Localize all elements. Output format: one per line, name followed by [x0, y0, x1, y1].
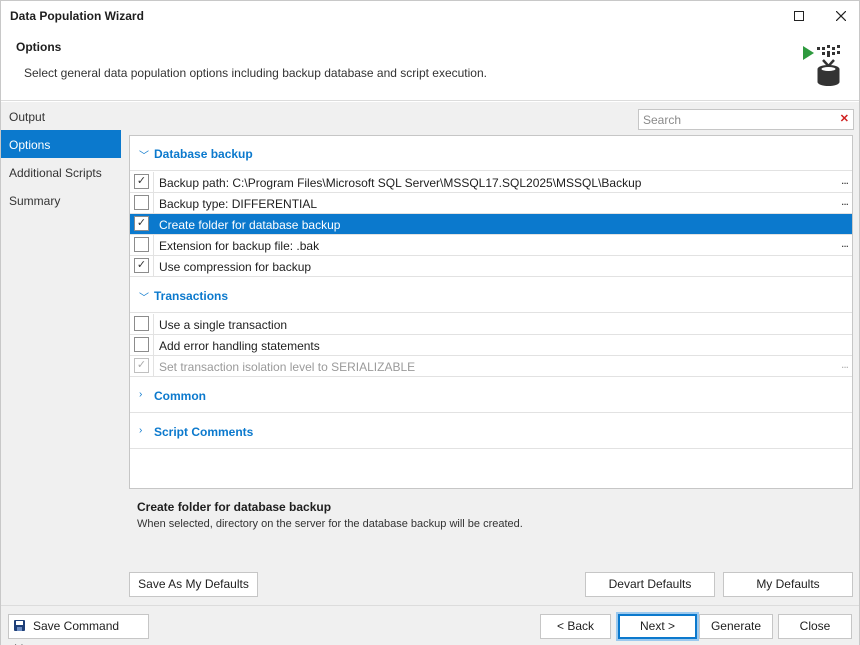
- category-label: Script Comments: [154, 425, 254, 439]
- category-common[interactable]: › Common: [130, 378, 852, 413]
- search-input[interactable]: Search ✕: [638, 109, 854, 130]
- devart-defaults-button[interactable]: Devart Defaults: [585, 572, 715, 597]
- checkbox[interactable]: ✓: [134, 174, 149, 189]
- nav-item-output[interactable]: Output: [1, 102, 121, 130]
- option-row-backup-type[interactable]: Backup type: DIFFERENTIAL ...: [130, 193, 852, 214]
- category-label: Transactions: [154, 289, 229, 303]
- nav-item-additional-scripts[interactable]: Additional Scripts: [1, 158, 121, 186]
- close-button[interactable]: Close: [778, 614, 852, 639]
- option-row-error-handling[interactable]: Add error handling statements: [130, 335, 852, 356]
- option-row-single-transaction[interactable]: Use a single transaction: [130, 314, 852, 335]
- checkbox[interactable]: [134, 316, 149, 331]
- close-icon[interactable]: [819, 1, 860, 31]
- back-button[interactable]: < Back: [540, 614, 611, 639]
- floppy-disk-icon: [14, 620, 25, 631]
- search-placeholder: Search: [643, 113, 682, 127]
- options-grid: ﹀ Database backup ✓ Backup path: C:\Prog…: [129, 135, 853, 489]
- option-label: Create folder for database backup: [159, 218, 341, 232]
- chevron-right-icon[interactable]: ›: [139, 389, 142, 400]
- window-title: Data Population Wizard: [10, 9, 144, 23]
- option-row-extension[interactable]: Extension for backup file: .bak ...: [130, 235, 852, 256]
- chevron-down-icon[interactable]: ﹀: [139, 147, 149, 162]
- checkbox[interactable]: ✓: [134, 216, 149, 231]
- wizard-window: Data Population Wizard Options Select ge…: [0, 0, 860, 645]
- option-label: Extension for backup file: .bak: [159, 239, 320, 253]
- option-row-backup-path[interactable]: ✓ Backup path: C:\Program Files\Microsof…: [130, 172, 852, 193]
- option-description: Create folder for database backup When s…: [137, 500, 837, 530]
- save-command-line-label: Save Command Line...: [14, 619, 120, 645]
- description-title: Create folder for database backup: [137, 500, 332, 514]
- checkbox[interactable]: [134, 337, 149, 352]
- option-row-compression[interactable]: ✓ Use compression for backup: [130, 256, 852, 277]
- page-description: Select general data population options i…: [24, 66, 487, 80]
- clear-search-icon[interactable]: ✕: [840, 112, 849, 125]
- nav-item-summary[interactable]: Summary: [1, 186, 121, 214]
- data-populate-icon: [803, 45, 840, 86]
- option-label: Use compression for backup: [159, 260, 312, 274]
- my-defaults-button[interactable]: My Defaults: [723, 572, 853, 597]
- maximize-icon[interactable]: [777, 1, 821, 31]
- chevron-right-icon[interactable]: ›: [139, 425, 142, 436]
- option-label: Add error handling statements: [159, 339, 320, 353]
- option-row-create-folder[interactable]: ✓ Create folder for database backup: [130, 214, 852, 235]
- option-label: Use a single transaction: [159, 318, 288, 332]
- page-title: Options: [16, 40, 62, 54]
- generate-button[interactable]: Generate: [699, 614, 773, 639]
- next-button[interactable]: Next >: [618, 614, 697, 639]
- category-label: Common: [154, 389, 206, 403]
- category-transactions[interactable]: ﹀ Transactions: [130, 278, 852, 313]
- category-database-backup[interactable]: ﹀ Database backup: [130, 136, 852, 171]
- ellipsis-button: ...: [840, 357, 849, 371]
- save-as-defaults-button[interactable]: Save As My Defaults: [129, 572, 258, 597]
- option-label: Set transaction isolation level to SERIA…: [159, 360, 416, 374]
- ellipsis-button[interactable]: ...: [841, 194, 849, 208]
- checkbox[interactable]: [134, 195, 149, 210]
- option-label: Backup type: DIFFERENTIAL: [159, 197, 318, 211]
- wizard-nav: Output Options Additional Scripts Summar…: [1, 102, 121, 605]
- checkbox: ✓: [134, 358, 149, 373]
- checkbox[interactable]: ✓: [134, 258, 149, 273]
- title-bar: Data Population Wizard: [1, 1, 859, 31]
- option-label: Backup path: C:\Program Files\Microsoft …: [159, 176, 642, 190]
- checkbox[interactable]: [134, 237, 149, 252]
- footer-bar: Save Command Line... < Back Next > Gener…: [1, 605, 859, 645]
- chevron-down-icon[interactable]: ﹀: [139, 289, 149, 304]
- ellipsis-button[interactable]: ...: [841, 236, 849, 250]
- category-label: Database backup: [154, 147, 253, 161]
- options-panel: Search ✕ ﹀ Database backup ✓ Backup path…: [121, 102, 859, 605]
- category-script-comments[interactable]: › Script Comments: [130, 414, 852, 449]
- nav-item-options[interactable]: Options: [1, 130, 121, 158]
- description-text: When selected, directory on the server f…: [137, 518, 523, 530]
- save-command-line-button[interactable]: Save Command Line...: [8, 614, 149, 645]
- wizard-header: Options Select general data population o…: [1, 31, 859, 101]
- option-row-isolation-level: ✓ Set transaction isolation level to SER…: [130, 356, 852, 377]
- ellipsis-button[interactable]: ...: [841, 173, 849, 187]
